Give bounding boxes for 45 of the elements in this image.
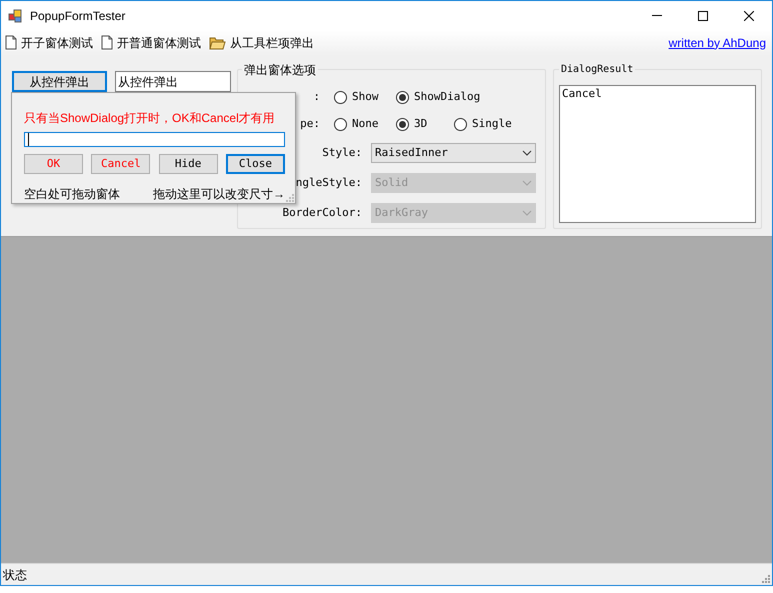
minimize-icon xyxy=(652,15,662,16)
radio-button[interactable] xyxy=(454,118,467,131)
group-title: 弹出窗体选项 xyxy=(242,61,318,79)
radio-button[interactable] xyxy=(396,118,409,131)
text-field[interactable]: 从控件弹出 xyxy=(115,71,231,92)
status-text: 状态 xyxy=(3,566,27,584)
option-label: : xyxy=(313,89,320,106)
toolbar-button[interactable]: 开子窗体测试 xyxy=(3,34,95,52)
resize-hint: 拖动这里可以改变尺寸→ xyxy=(153,186,285,203)
author-link[interactable]: written by AhDung xyxy=(668,34,766,52)
group-title: DialogResult xyxy=(559,62,636,77)
document-icon xyxy=(5,35,17,50)
note-text: 只有当ShowDialog打开时，OK和Cancel才有用 xyxy=(24,110,276,127)
chevron-down-icon xyxy=(522,150,532,156)
radio-label: None xyxy=(352,116,378,132)
option-label: pe: xyxy=(300,116,320,132)
maximize-icon xyxy=(698,10,708,20)
toolbar-button[interactable]: 开普通窗体测试 xyxy=(99,34,203,52)
chevron-down-icon xyxy=(522,180,532,186)
radio-label: ShowDialog xyxy=(414,89,480,106)
app-icon xyxy=(8,8,22,22)
radio-label: 3D xyxy=(414,116,428,132)
drag-hint: 空白处可拖动窗体 xyxy=(24,186,120,203)
radio-label: Show xyxy=(352,89,378,106)
document-icon xyxy=(101,35,113,50)
option-label: ngleStyle: xyxy=(296,174,362,191)
popup-from-control-button[interactable]: 从控件弹出 xyxy=(12,71,107,92)
radio-label: Single xyxy=(472,116,512,132)
chevron-down-icon xyxy=(522,210,532,216)
radio-button[interactable] xyxy=(334,91,347,104)
option-label: Style: xyxy=(322,144,362,161)
popup-button[interactable]: Close xyxy=(226,154,285,174)
option-label: BorderColor: xyxy=(282,204,362,221)
popup-input-field[interactable] xyxy=(24,132,285,147)
folder-icon xyxy=(209,36,226,50)
resize-grip-icon xyxy=(762,575,770,583)
radio-button[interactable] xyxy=(334,118,347,131)
window-title: PopupFormTester xyxy=(30,8,126,24)
resize-grip-icon xyxy=(286,194,294,202)
dropdown[interactable]: RaisedInner xyxy=(371,143,536,163)
toolbar-button[interactable]: 从工具栏项弹出 xyxy=(207,34,316,52)
result-textbox[interactable]: Cancel xyxy=(559,85,756,223)
popup-button[interactable]: Hide xyxy=(158,154,218,174)
close-icon xyxy=(744,10,754,20)
radio-button[interactable] xyxy=(396,91,409,104)
